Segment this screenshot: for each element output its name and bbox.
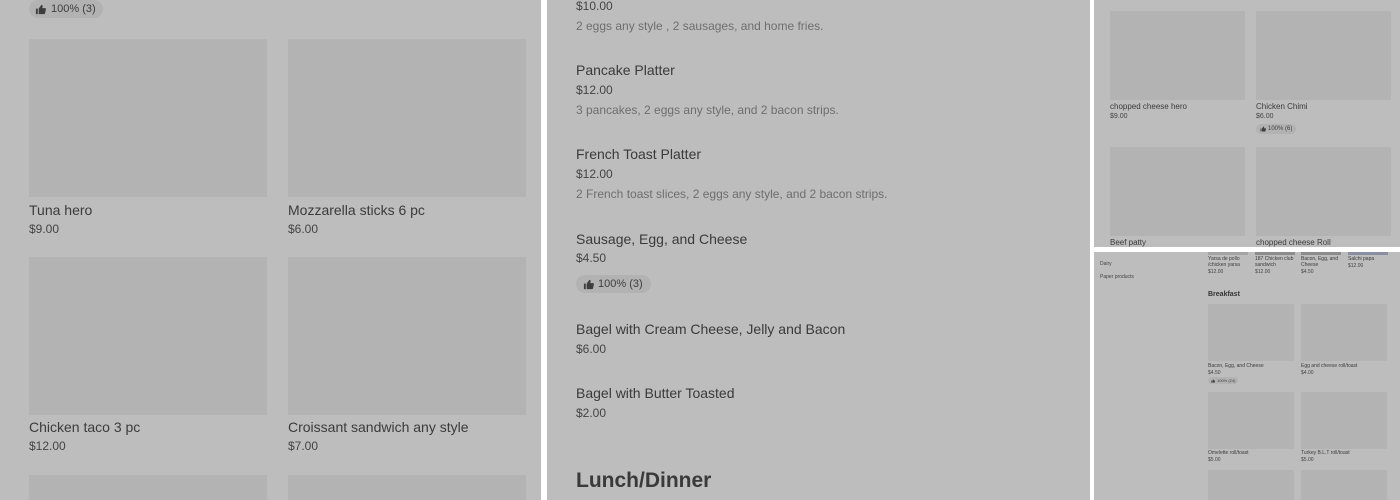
- thumbs-up-icon: [1211, 378, 1215, 383]
- item-name: Croissant sandwich any style: [288, 419, 469, 435]
- rating-text: 100% (3): [598, 278, 643, 290]
- item-name: chopped cheese hero: [1110, 102, 1187, 111]
- item-name: Bagel with Butter Toasted: [576, 385, 735, 401]
- store-menu-panel-4: Dairy Paper products Yarsa de pollo /chi…: [1094, 252, 1400, 500]
- item-name: Pancake Platter: [576, 62, 675, 78]
- store-menu-panel-2: $10.00 2 eggs any style , 2 sausages, an…: [547, 0, 1090, 500]
- item-image: [1301, 304, 1387, 361]
- item-price: $4.50: [576, 251, 607, 265]
- item-price: $7.00: [288, 439, 319, 453]
- item-image: [1110, 11, 1245, 100]
- item-price: $9.00: [1110, 113, 1128, 120]
- item-description: 3 pancakes, 2 eggs any style, and 2 baco…: [576, 103, 839, 117]
- thumbs-up-icon: [35, 4, 46, 14]
- item-image: [1256, 147, 1391, 236]
- rating-text: 100% (6): [1268, 126, 1293, 132]
- rating-badge: 100% (3): [576, 275, 651, 293]
- item-price: $4.50: [1208, 370, 1221, 376]
- item-image: [288, 257, 526, 415]
- item-image: [1348, 252, 1388, 255]
- item-price: $6.00: [1256, 113, 1274, 120]
- item-image: [1208, 304, 1294, 361]
- category-title: Breakfast: [1208, 291, 1240, 298]
- item-name: chopped cheese Roll: [1256, 238, 1331, 247]
- item-image: [1255, 252, 1295, 255]
- item-description: 2 eggs any style , 2 sausages, and home …: [576, 19, 824, 33]
- item-name: Egg and cheese roll/toast: [1301, 363, 1358, 369]
- section-title: Lunch/Dinner: [576, 469, 712, 492]
- item-image: [1301, 252, 1341, 255]
- item-image[interactable]: [1208, 470, 1294, 500]
- item-price: $12.00: [576, 83, 613, 97]
- item-price: $12.00: [1208, 269, 1224, 275]
- item-name: French Toast Platter: [576, 146, 702, 162]
- thumbs-up-icon: [583, 279, 594, 289]
- item-name: Bacon, Egg, and Cheese: [1301, 256, 1338, 268]
- item-image: [29, 257, 267, 415]
- item-name: Mozzarella sticks 6 pc: [288, 202, 425, 218]
- sidebar-item-paper-products[interactable]: Paper products: [1100, 274, 1134, 280]
- item-name: Sausage, Egg, and Cheese: [576, 231, 748, 247]
- item-price: $12.00: [1255, 269, 1271, 275]
- item-image: [29, 39, 267, 197]
- rating-badge: 100% (24): [1208, 377, 1239, 384]
- item-image[interactable]: [29, 475, 267, 500]
- item-price: $4.00: [1301, 370, 1314, 376]
- item-name: Bagel with Cream Cheese, Jelly and Bacon: [576, 321, 846, 337]
- item-name: Chicken Chimi: [1256, 102, 1308, 111]
- item-image[interactable]: [288, 475, 526, 500]
- item-price: $10.00: [576, 0, 613, 13]
- item-name: Omelette roll/toast: [1208, 450, 1249, 456]
- item-price: $12.00: [29, 439, 66, 453]
- item-image[interactable]: [1301, 470, 1387, 500]
- sidebar-item-dairy[interactable]: Dairy: [1100, 261, 1112, 267]
- item-image: [1208, 392, 1294, 449]
- item-name: 187 Chicken club sandwich: [1255, 256, 1294, 268]
- item-price: $12.00: [1348, 263, 1364, 269]
- item-price: $4.50: [1301, 269, 1314, 275]
- item-name: Beef patty: [1110, 238, 1147, 247]
- rating-text: 100% (3): [51, 3, 96, 15]
- item-price: $5.00: [1301, 457, 1314, 463]
- item-image: [288, 39, 526, 197]
- item-name: Salchi papa: [1348, 256, 1375, 262]
- item-name: Bacon, Egg, and Cheese: [1208, 363, 1264, 369]
- thumbs-up-icon: [1260, 126, 1266, 132]
- item-price: $9.00: [29, 222, 60, 236]
- item-price: $5.00: [1208, 457, 1221, 463]
- item-image: [1110, 147, 1245, 236]
- item-price: $12.00: [576, 167, 613, 181]
- item-image: [1301, 392, 1387, 449]
- item-price: $6.00: [288, 222, 319, 236]
- item-price: $6.00: [576, 342, 607, 356]
- rating-text: 100% (24): [1217, 378, 1236, 383]
- item-price: $2.00: [576, 406, 607, 420]
- rating-badge: 100% (3): [29, 0, 103, 18]
- store-menu-panel-3: chopped cheese hero $9.00 Chicken Chimi …: [1094, 0, 1400, 247]
- item-image: [1256, 11, 1391, 100]
- item-image: [1208, 252, 1248, 255]
- rating-badge: 100% (6): [1256, 124, 1297, 134]
- item-name: Turkey B.L.T roll/toast: [1301, 450, 1350, 456]
- item-name: Yarsa de pollo /chicken yarsa: [1208, 256, 1240, 268]
- store-menu-panel-1: 100% (3) Tuna hero $9.00 Mozzarella stic…: [0, 0, 541, 500]
- item-name: Tuna hero: [29, 202, 93, 218]
- item-name: Chicken taco 3 pc: [29, 419, 141, 435]
- item-description: 2 French toast slices, 2 eggs any style,…: [576, 187, 888, 201]
